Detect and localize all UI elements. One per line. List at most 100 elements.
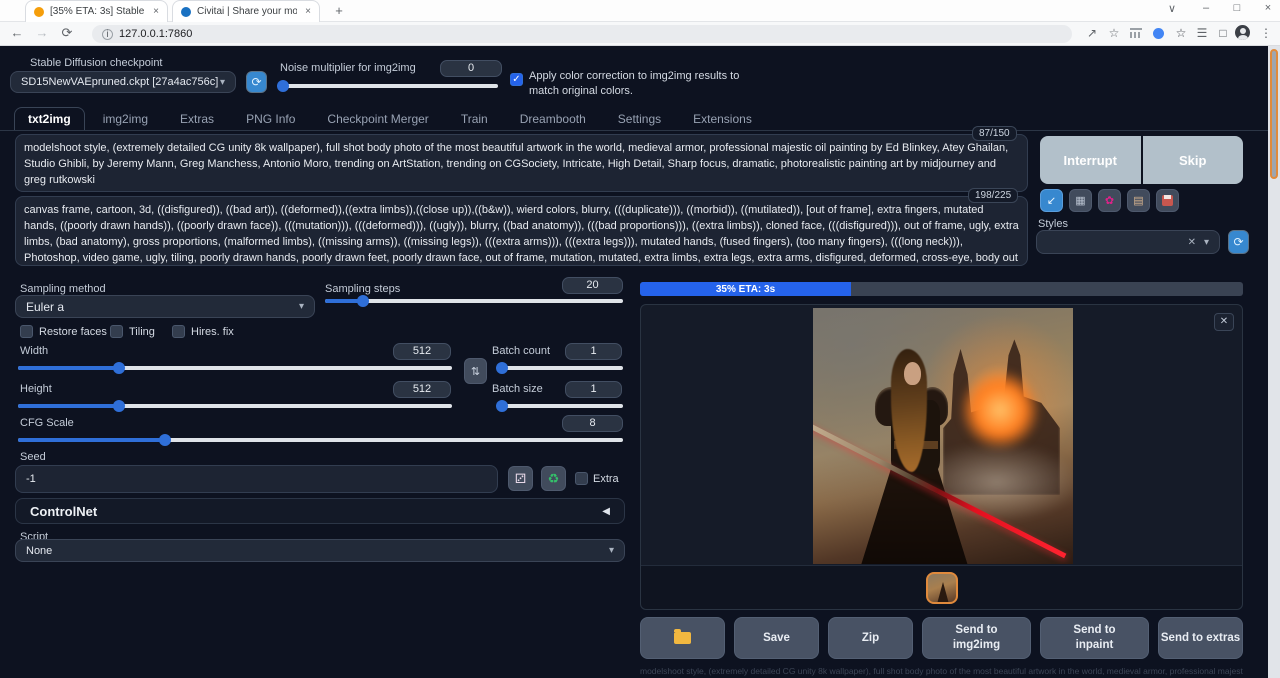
window-close-button[interactable]: × (1258, 2, 1278, 14)
side-panel-icon[interactable]: □ (1215, 26, 1231, 40)
swap-dimensions-button[interactable]: ⇅ (464, 358, 487, 384)
fire-glow (961, 369, 1039, 451)
forward-icon[interactable]: → (33, 25, 51, 40)
extensions-puzzle-icon[interactable]: ☆ (1173, 26, 1189, 40)
noise-multiplier-input[interactable]: 0 (440, 60, 502, 77)
extra-networks-icon[interactable]: ✿ (1098, 189, 1121, 212)
save-style-icon[interactable] (1156, 189, 1179, 212)
batch-count-slider[interactable] (498, 366, 623, 370)
address-bar[interactable]: i 127.0.0.1:7860 (92, 25, 1072, 43)
tab-checkpoint-merger[interactable]: Checkpoint Merger (313, 107, 442, 131)
tab-extras[interactable]: Extras (166, 107, 228, 131)
interrupt-button[interactable]: Interrupt (1040, 136, 1141, 184)
hires-fix-checkbox[interactable] (172, 325, 185, 338)
controlnet-accordion[interactable]: ControlNet ◀ (15, 498, 625, 524)
profile-avatar[interactable] (1235, 25, 1250, 40)
window-minimize-button[interactable]: – (1196, 2, 1216, 14)
tab-png-info[interactable]: PNG Info (232, 107, 309, 131)
seed-label: Seed (20, 451, 46, 463)
tab-txt2img[interactable]: txt2img (14, 107, 85, 131)
browser-menu-icon[interactable]: ⋮ (1258, 26, 1274, 40)
tab-close-icon[interactable]: × (305, 6, 311, 17)
output-gallery: ✕ (640, 304, 1243, 610)
prompt-input[interactable] (15, 134, 1028, 192)
browser-tab-active[interactable]: [35% ETA: 3s] Stable Diffusion × (25, 0, 168, 22)
bookmark-star-icon[interactable]: ☆ (1106, 26, 1122, 40)
page-scrollbar[interactable] (1268, 46, 1280, 678)
window-chevron-icon[interactable]: ∨ (1162, 2, 1182, 15)
send-to-inpaint-button[interactable]: Send to inpaint (1040, 617, 1149, 659)
generate-button-group: Interrupt Skip (1040, 136, 1243, 184)
apply-style-icon[interactable]: ▤ (1127, 189, 1150, 212)
clear-prompt-icon[interactable]: ▦ (1069, 189, 1092, 212)
checkpoint-label: Stable Diffusion checkpoint (30, 57, 163, 69)
refresh-styles-button[interactable]: ⟳ (1228, 230, 1249, 254)
clear-styles-icon[interactable]: ✕ (1188, 237, 1196, 248)
styles-dropdown[interactable]: ✕ ▾ (1036, 230, 1220, 254)
window-maximize-button[interactable]: □ (1227, 2, 1247, 14)
tab-train[interactable]: Train (447, 107, 502, 131)
gallery-thumbnail-selected[interactable] (926, 572, 958, 604)
extra-seed-checkbox[interactable] (575, 472, 588, 485)
sampling-steps-input[interactable]: 20 (562, 277, 623, 294)
batch-size-slider[interactable] (498, 404, 623, 408)
browser-tab-civitai[interactable]: Civitai | Share your models × (172, 0, 320, 22)
color-correction-checkbox[interactable]: ✓ (510, 73, 523, 86)
reuse-seed-recycle-icon[interactable]: ♻ (541, 466, 566, 491)
close-gallery-icon[interactable]: ✕ (1214, 313, 1234, 331)
gallery-thumbnail-strip (641, 565, 1242, 609)
height-input[interactable]: 512 (393, 381, 451, 398)
random-seed-dice-icon[interactable]: ⚂ (508, 466, 533, 491)
width-input[interactable]: 512 (393, 343, 451, 360)
negative-prompt-token-counter: 198/225 (968, 188, 1018, 203)
back-icon[interactable]: ← (8, 25, 26, 40)
refresh-checkpoints-button[interactable]: ⟳ (246, 71, 267, 93)
noise-multiplier-slider[interactable] (280, 84, 498, 88)
reading-list-icon[interactable]: ☰ (1194, 26, 1210, 40)
tiling-checkbox[interactable] (110, 325, 123, 338)
generation-info-text: modelshoot style, (extremely detailed CG… (640, 666, 1243, 678)
output-actions: Save Zip Send to img2img Send to inpaint… (640, 617, 1243, 659)
skip-button[interactable]: Skip (1143, 136, 1244, 184)
send-to-img2img-button[interactable]: Send to img2img (922, 617, 1031, 659)
extension-blue-icon[interactable] (1153, 28, 1164, 39)
tab-settings[interactable]: Settings (604, 107, 675, 131)
floppy-icon (1162, 195, 1173, 206)
site-info-icon[interactable]: i (102, 29, 113, 40)
send-to-extras-button[interactable]: Send to extras (1158, 617, 1243, 659)
browser-tab-strip: [35% ETA: 3s] Stable Diffusion × Civitai… (0, 0, 1280, 22)
extension-grid-icon[interactable] (1130, 28, 1142, 38)
share-icon[interactable]: ↗ (1084, 26, 1100, 40)
script-dropdown[interactable]: None ▾ (15, 539, 625, 562)
batch-count-input[interactable]: 1 (565, 343, 622, 360)
reload-icon[interactable]: ⟳ (58, 25, 76, 41)
extra-seed-label: Extra (593, 473, 619, 485)
tab-img2img[interactable]: img2img (89, 107, 162, 131)
generation-progress-bar: 35% ETA: 3s (640, 282, 1243, 296)
gradio-favicon-icon (34, 7, 44, 17)
scrollbar-thumb[interactable] (1270, 49, 1278, 179)
sampling-method-dropdown[interactable]: Euler a ▾ (15, 295, 315, 318)
restore-faces-label: Restore faces (39, 326, 107, 338)
tab-extensions[interactable]: Extensions (679, 107, 766, 131)
save-button[interactable]: Save (734, 617, 819, 659)
tab-close-icon[interactable]: × (153, 6, 159, 17)
tab-dreambooth[interactable]: Dreambooth (506, 107, 600, 131)
batch-size-input[interactable]: 1 (565, 381, 622, 398)
open-folder-button[interactable] (640, 617, 725, 659)
cfg-scale-slider[interactable] (18, 438, 623, 442)
restore-faces-checkbox[interactable] (20, 325, 33, 338)
script-value: None (26, 545, 52, 557)
checkpoint-dropdown[interactable]: SD15NewVAEpruned.ckpt [27a4ac756c] ▾ (10, 71, 236, 93)
sampling-steps-slider[interactable] (325, 299, 623, 303)
height-slider[interactable] (18, 404, 452, 408)
negative-prompt-input[interactable] (15, 196, 1028, 266)
cfg-scale-input[interactable]: 8 (562, 415, 623, 432)
seed-input[interactable] (15, 465, 498, 493)
generated-image[interactable] (813, 308, 1073, 564)
paste-params-icon[interactable]: ↙ (1040, 189, 1063, 212)
zip-button[interactable]: Zip (828, 617, 913, 659)
width-slider[interactable] (18, 366, 452, 370)
new-tab-button[interactable]: + (330, 3, 348, 19)
tabs-divider (0, 130, 1268, 131)
